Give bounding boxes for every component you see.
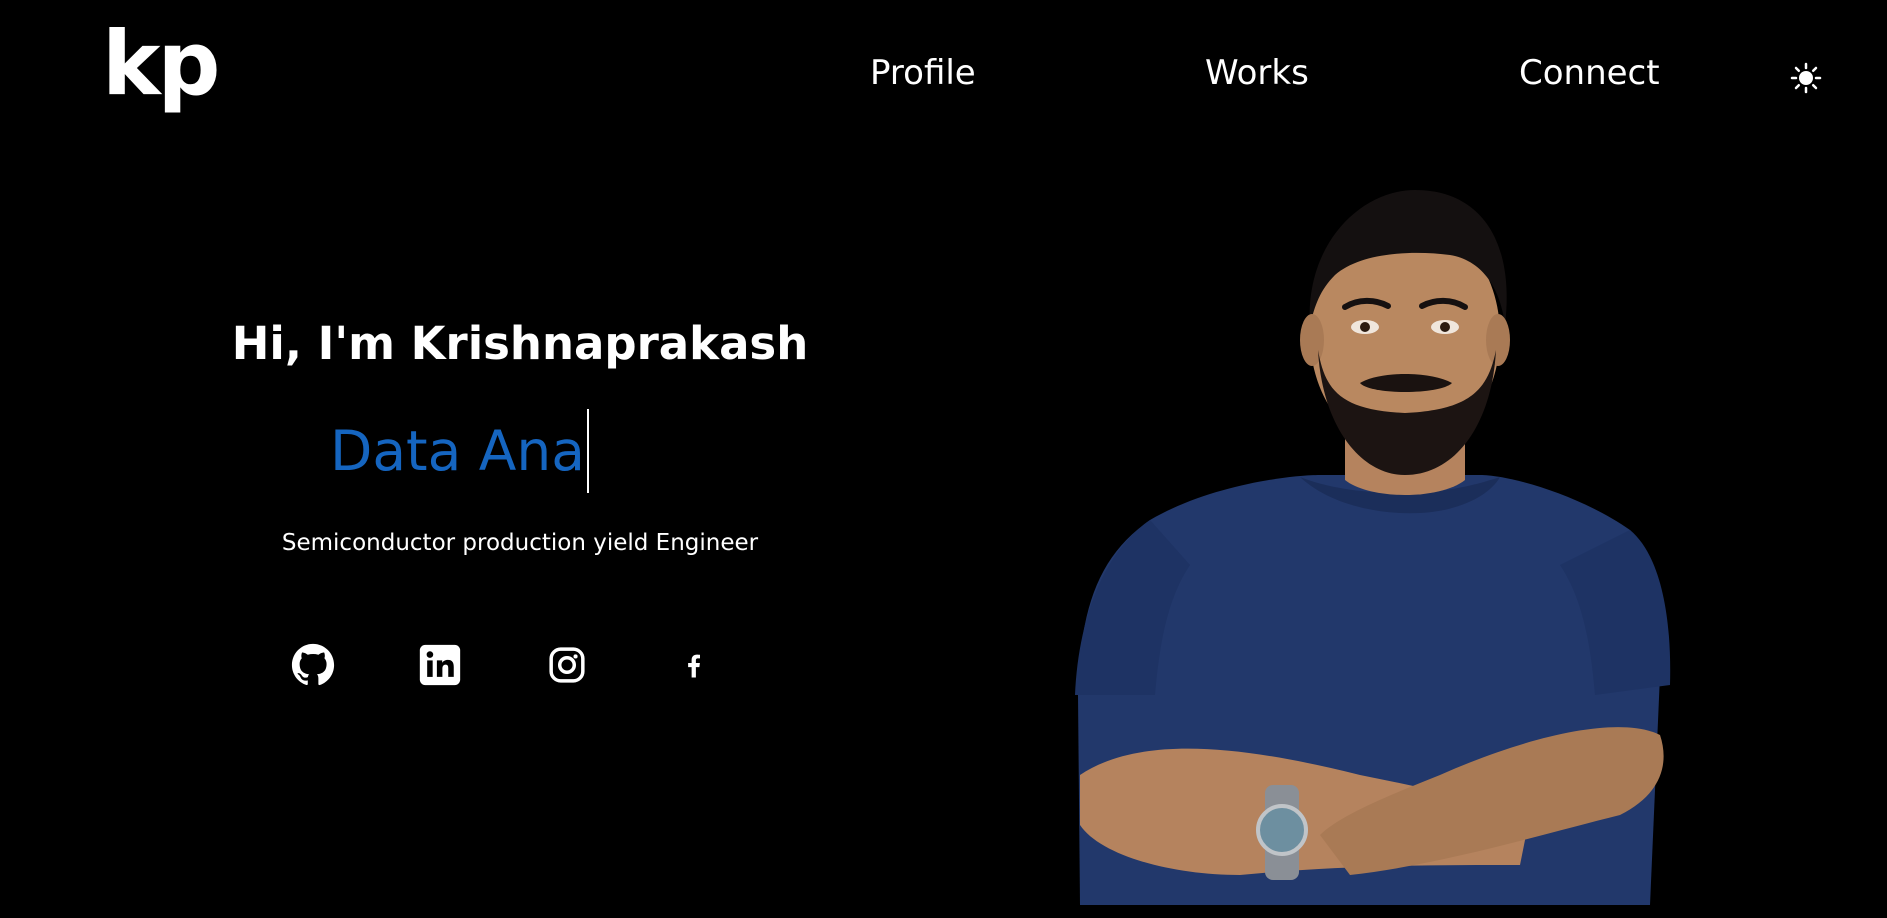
greeting-heading: Hi, I'm Krishnaprakash	[231, 317, 809, 370]
site-logo[interactable]: kp	[102, 20, 221, 108]
linkedin-icon	[419, 644, 461, 686]
nav-link-works[interactable]: Works	[1205, 56, 1309, 90]
instagram-link[interactable]	[544, 642, 590, 688]
job-title: Semiconductor production yield Engineer	[281, 530, 759, 556]
typing-caret	[587, 409, 589, 493]
github-icon	[291, 643, 335, 686]
theme-toggle-button[interactable]	[1790, 62, 1822, 94]
instagram-icon	[549, 647, 585, 683]
profile-photo	[1075, 190, 1671, 905]
github-link[interactable]	[290, 642, 336, 688]
typed-role: Data Ana	[330, 408, 589, 494]
hero-section: Hi, I'm Krishnaprakash Data Ana Semicond…	[230, 300, 810, 720]
nav-link-connect[interactable]: Connect	[1519, 56, 1660, 90]
linkedin-link[interactable]	[417, 642, 463, 688]
facebook-link[interactable]	[671, 642, 717, 688]
typed-role-text: Data Ana	[330, 418, 585, 483]
social-links	[290, 642, 717, 688]
nav-link-profile[interactable]: Profile	[870, 56, 976, 90]
sun-icon	[1790, 62, 1822, 94]
facebook-icon	[688, 654, 700, 678]
